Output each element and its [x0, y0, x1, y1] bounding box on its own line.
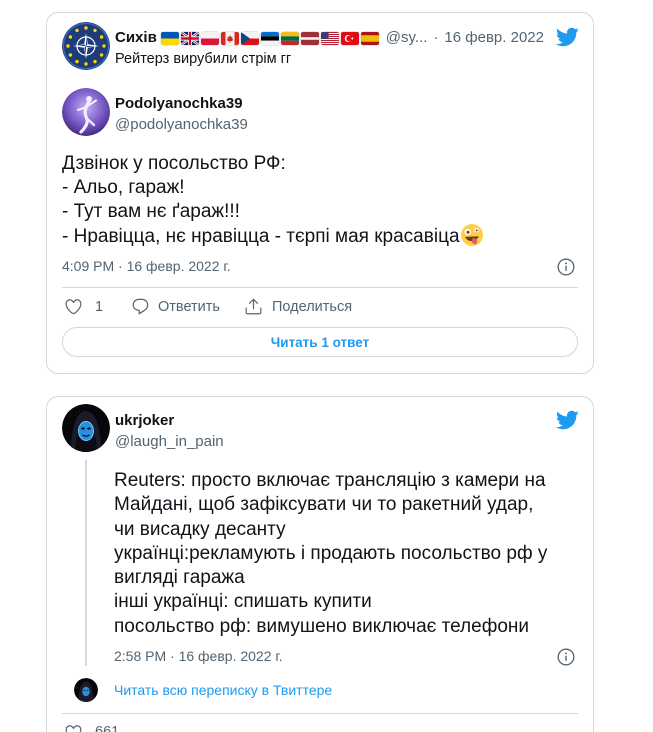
small-author-avatar[interactable]: [74, 678, 98, 702]
flag-ee-icon: [260, 31, 279, 45]
info-icon[interactable]: [556, 647, 576, 667]
parent-author-handle[interactable]: @sy...: [386, 28, 428, 48]
tweet-text-line: Дзвінок у посольство РФ:: [62, 153, 286, 174]
twitter-bird-icon[interactable]: [555, 410, 579, 430]
flag-pl-icon: [200, 31, 219, 45]
twitter-bird-icon[interactable]: [555, 27, 579, 47]
comment-icon[interactable]: [131, 297, 150, 316]
share-icon[interactable]: [244, 297, 263, 316]
tweet-text-line-with-emoji: - Нравіцца, нє нравіцца - тєрпі мая крас…: [62, 224, 578, 249]
heart-icon[interactable]: [64, 723, 83, 732]
author-avatar[interactable]: [62, 88, 110, 136]
read-replies-label: Читать 1 ответ: [270, 334, 370, 350]
read-conversation-link[interactable]: Читать всю переписку в Твиттере: [114, 680, 332, 700]
tweet-text-line: Майдані, щоб зафіксувати чи то ракетний …: [114, 494, 534, 516]
author-handle[interactable]: @laugh_in_pain: [115, 432, 224, 452]
tweet-text: Reuters: просто включає трансляцію з кам…: [114, 469, 584, 639]
tweet-card-1[interactable]: Сихів @sy... · 16 февр. 2022 г. Рейтерз …: [46, 12, 594, 374]
thread-line: [85, 460, 87, 666]
tweet-card-2[interactable]: ukrjoker @laugh_in_pain Reuters: просто …: [46, 396, 594, 732]
info-icon[interactable]: [556, 257, 576, 277]
share-button[interactable]: Поделиться: [272, 297, 352, 317]
author-handle[interactable]: @podolyanochka39: [115, 115, 248, 135]
tweet-timestamp[interactable]: 4:09 PM · 16 февр. 2022 г.: [62, 256, 231, 276]
parent-author-name[interactable]: Сихів: [115, 28, 157, 48]
flag-cz-icon: [240, 31, 259, 45]
tweet-timestamp[interactable]: 2:58 PM · 16 февр. 2022 г.: [114, 646, 283, 666]
tweet-text-line: українці:рекламують і продають посольств…: [114, 542, 548, 564]
like-count[interactable]: 661: [95, 723, 119, 732]
tweet-text-line: Reuters: просто включає трансляцію з кам…: [114, 470, 546, 491]
flag-es-icon: [360, 31, 379, 45]
divider: [62, 287, 578, 288]
author-avatar[interactable]: [62, 404, 110, 452]
parent-tweet-date[interactable]: 16 февр. 2022 г.: [444, 28, 547, 48]
heart-icon[interactable]: [64, 297, 83, 316]
author-name[interactable]: Podolyanochka39: [115, 94, 243, 114]
read-replies-button[interactable]: Читать 1 ответ: [62, 327, 578, 357]
flag-lv-icon: [300, 31, 319, 45]
flag-lt-icon: [280, 31, 299, 45]
flag-ca-icon: [220, 31, 239, 45]
reply-button[interactable]: Ответить: [158, 297, 220, 317]
parent-tweet-text: Рейтерз вирубили стрім гг: [115, 51, 292, 67]
zany-face-emoji-icon: [460, 224, 483, 246]
divider: [62, 713, 578, 714]
tweet-text-line: - Тут вам нє ґараж!!!: [62, 201, 240, 222]
tweet-text-line: посольство рф: вимушено виключає телефон…: [114, 615, 529, 637]
flag-ua-icon: [160, 31, 179, 45]
parent-author-avatar[interactable]: [62, 22, 110, 70]
tweet-text-line: інші українці: спишать купити: [114, 591, 372, 613]
tweet-text-line: - Альо, гараж!: [62, 177, 185, 198]
flag-tr-icon: [340, 31, 359, 45]
like-count[interactable]: 1: [95, 297, 103, 317]
tweet-text-line: чи висадку десанту: [114, 518, 286, 540]
tweet-text: Дзвінок у посольство РФ: - Альо, гараж! …: [62, 152, 578, 249]
parent-author-flags: [160, 31, 381, 45]
flag-us-icon: [320, 31, 339, 45]
tweet-text-line: вигляді гаража: [114, 567, 245, 589]
parent-author-header: Сихів @sy... · 16 февр. 2022 г.: [115, 28, 547, 48]
header-separator: ·: [433, 29, 439, 46]
author-name[interactable]: ukrjoker: [115, 411, 174, 431]
flag-gb-icon: [180, 31, 199, 45]
tweet-text-line: - Нравіцца, нє нравіцца - тєрпі мая крас…: [62, 226, 460, 247]
